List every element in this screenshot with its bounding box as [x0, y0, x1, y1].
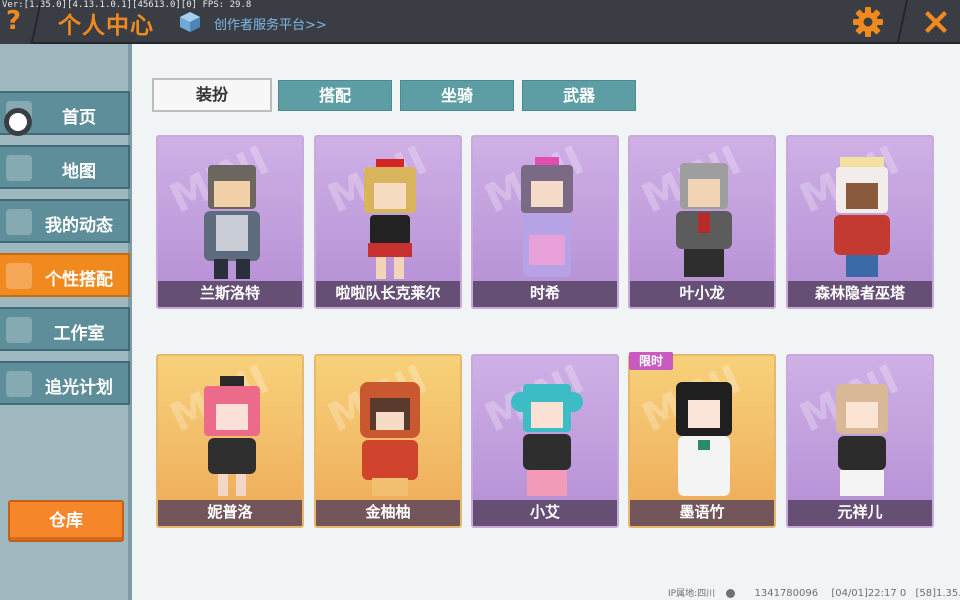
sidebar-item-studio[interactable]: 工作室 — [0, 307, 130, 351]
character-figure — [676, 382, 732, 496]
notification-dot — [4, 108, 32, 136]
user-id: 1341780096 — [754, 588, 819, 599]
creator-platform-icon[interactable] — [178, 10, 202, 34]
feed-icon — [6, 209, 32, 235]
warehouse-button[interactable]: 仓库 — [8, 500, 124, 542]
character-figure — [204, 376, 260, 496]
character-figure — [521, 157, 573, 277]
map-icon — [6, 155, 32, 181]
limited-time-badge: 限时 — [629, 352, 673, 370]
help-icon[interactable]: ? — [6, 6, 21, 36]
sidebar-item-outfit[interactable]: 个性搭配 — [0, 253, 130, 297]
ip-location: IP属地:四川 — [668, 589, 716, 599]
skin-card[interactable]: MINI 元祥儿 — [786, 354, 934, 528]
character-figure — [836, 384, 888, 496]
creator-platform-link[interactable]: 创作者服务平台>> — [214, 14, 327, 33]
character-figure — [204, 165, 260, 279]
skin-card[interactable]: MINI 兰斯洛特 — [156, 135, 304, 309]
skin-name: 金柚柚 — [365, 503, 411, 521]
sidebar-item-label: 工作室 — [53, 324, 105, 344]
close-icon[interactable] — [920, 6, 952, 38]
character-figure — [360, 382, 420, 496]
debug-overlay: Ver:[1.35.0][4.13.1.0.1][45613.0][0] FPS… — [2, 0, 252, 10]
sidebar-item-label: 追光计划 — [45, 378, 113, 398]
skin-name: 时希 — [529, 284, 560, 302]
character-figure — [364, 159, 416, 279]
tab-match[interactable]: 搭配 — [278, 80, 392, 111]
sidebar-item-label: 地图 — [62, 162, 96, 182]
warehouse-label: 仓库 — [49, 511, 83, 531]
skin-name: 叶小龙 — [679, 284, 725, 302]
version-info: [58]1.35.0 — [915, 588, 960, 599]
skin-card[interactable]: MINI 墨语竹 — [628, 354, 776, 528]
info-icon — [726, 588, 736, 598]
sidebar-item-plan[interactable]: 追光计划 — [0, 361, 130, 405]
skin-card[interactable]: MINI 小艾 — [471, 354, 619, 528]
sidebar-item-label: 个性搭配 — [45, 270, 113, 290]
skin-card[interactable]: MINI 叶小龙 — [628, 135, 776, 309]
footer-info: IP属地:四川 1341780096 [04/01]22:17 0 [58]1.… — [668, 586, 960, 599]
gear-icon[interactable] — [852, 6, 884, 38]
skin-name: 啦啦队长克莱尔 — [335, 284, 441, 302]
skin-card[interactable]: MINI 森林隐者巫塔 — [786, 135, 934, 309]
skin-name: 墨语竹 — [679, 503, 725, 521]
skin-card[interactable]: MINI 妮普洛 — [156, 354, 304, 528]
tab-weapon[interactable]: 武器 — [522, 80, 636, 111]
skin-name: 妮普洛 — [207, 503, 253, 521]
skin-name: 兰斯洛特 — [199, 284, 260, 302]
skin-name: 元祥儿 — [837, 503, 883, 521]
skin-card[interactable]: MINI 啦啦队长克莱尔 — [314, 135, 462, 309]
skin-name: 森林隐者巫塔 — [814, 284, 905, 302]
sidebar-item-label: 我的动态 — [45, 216, 113, 236]
character-figure — [511, 384, 583, 496]
skin-card[interactable]: MINI 金柚柚 — [314, 354, 462, 528]
studio-icon — [6, 317, 32, 343]
skin-card[interactable]: MINI 时希 — [471, 135, 619, 309]
character-figure — [676, 163, 732, 277]
sidebar-item-label: 首页 — [62, 108, 96, 128]
sidebar-item-map[interactable]: 地图 — [0, 145, 130, 189]
plan-icon — [6, 371, 32, 397]
sidebar-item-feed[interactable]: 我的动态 — [0, 199, 130, 243]
outfit-icon — [6, 263, 32, 289]
tab-outfit[interactable]: 装扮 — [152, 78, 272, 112]
tab-mount[interactable]: 坐骑 — [400, 80, 514, 111]
page-title: 个人中心 — [58, 13, 154, 39]
character-figure — [834, 157, 890, 277]
timestamp: [04/01]22:17 0 — [831, 588, 907, 599]
skin-name: 小艾 — [529, 503, 560, 521]
